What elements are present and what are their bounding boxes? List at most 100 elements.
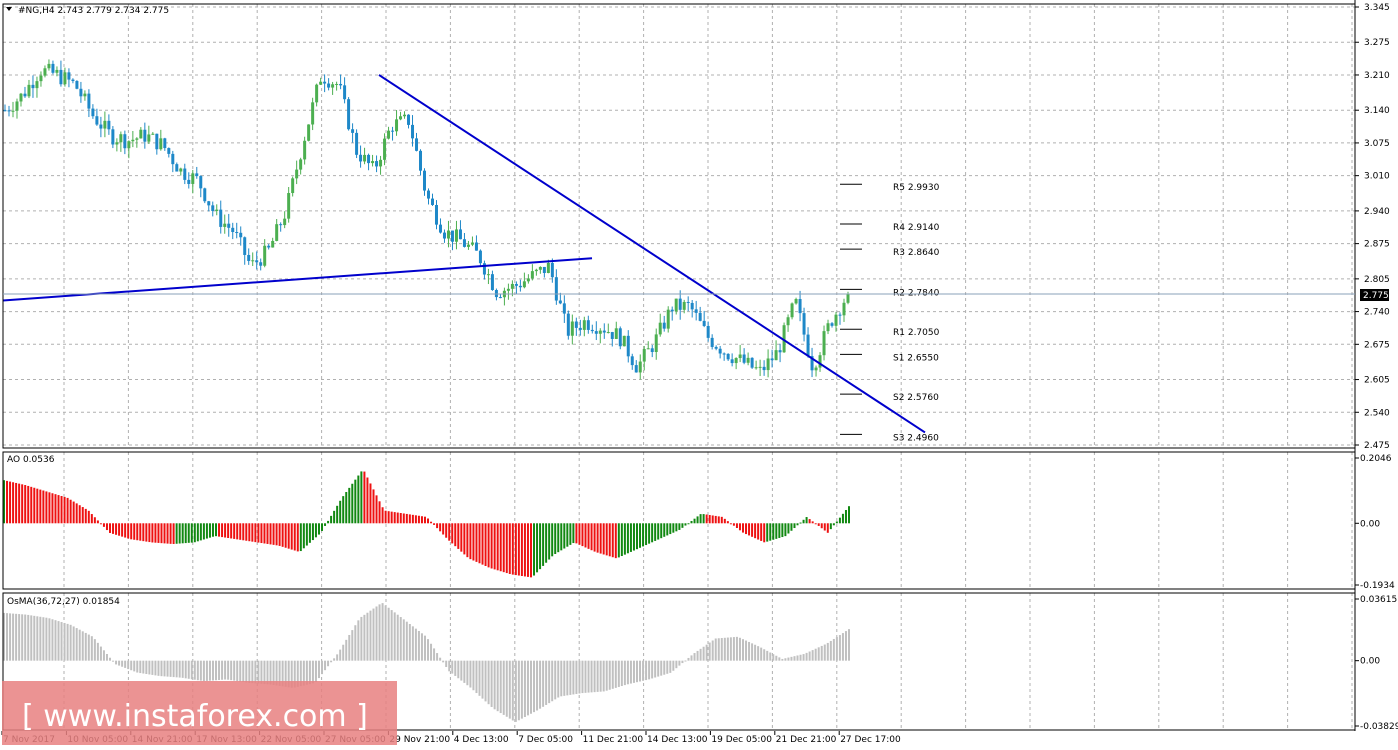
ao-bar bbox=[811, 521, 814, 524]
osma-bar bbox=[84, 632, 87, 661]
ao-bar bbox=[12, 482, 15, 524]
osma-bar bbox=[42, 617, 45, 661]
ao-bar bbox=[684, 523, 687, 526]
osma-bar bbox=[66, 623, 69, 661]
osma-bar bbox=[57, 621, 60, 661]
osma-bar bbox=[554, 660, 557, 700]
osma-bar bbox=[760, 647, 763, 661]
ao-bar bbox=[233, 523, 236, 539]
candle-body bbox=[239, 232, 243, 238]
ao-bar bbox=[723, 518, 726, 524]
osma-bar bbox=[99, 646, 102, 661]
osma-bar bbox=[472, 660, 475, 691]
time-tick-label: 14 Dec 13:00 bbox=[647, 735, 708, 745]
osma-bar bbox=[311, 660, 314, 684]
osma-bar bbox=[263, 660, 266, 685]
ao-bar bbox=[526, 523, 529, 577]
candle-body bbox=[530, 271, 534, 279]
candle-body bbox=[363, 154, 367, 162]
ao-bar bbox=[829, 523, 832, 530]
candle-body bbox=[175, 164, 179, 172]
osma-bar bbox=[593, 660, 596, 693]
ao-bar bbox=[187, 523, 190, 543]
ao-bar bbox=[835, 521, 838, 524]
ao-bar bbox=[557, 523, 560, 553]
candle-body bbox=[794, 299, 798, 304]
ao-bar bbox=[793, 523, 796, 529]
ao-bar bbox=[508, 523, 511, 574]
osma-bar bbox=[729, 637, 732, 661]
osma-bar bbox=[751, 643, 754, 661]
osma-bar bbox=[726, 637, 729, 661]
ao-bar bbox=[617, 523, 620, 558]
osma-bar bbox=[463, 660, 466, 683]
price-tick-label: 3.140 bbox=[1364, 106, 1390, 116]
ao-bar bbox=[687, 523, 690, 525]
ao-bar bbox=[136, 523, 139, 541]
osma-bar bbox=[321, 660, 324, 675]
ao-bar bbox=[51, 493, 54, 524]
candle-body bbox=[299, 159, 303, 170]
pivot-level-label: R3 2.8640 bbox=[893, 248, 940, 258]
candle-body bbox=[802, 313, 806, 335]
ao-bar bbox=[357, 475, 360, 524]
ao-bar bbox=[339, 500, 342, 524]
osma-bar bbox=[829, 640, 832, 661]
osma-bar bbox=[823, 644, 826, 661]
candle-body bbox=[51, 63, 55, 73]
ao-bar bbox=[321, 523, 324, 531]
ao-bar bbox=[102, 523, 105, 527]
osma-bar bbox=[245, 660, 248, 683]
osma-bar bbox=[324, 660, 327, 671]
ao-bar bbox=[33, 487, 36, 524]
osma-bar bbox=[396, 614, 399, 661]
candle-body bbox=[438, 224, 442, 233]
osma-bar bbox=[769, 652, 772, 661]
osma-bar bbox=[590, 660, 593, 693]
osma-bar bbox=[184, 660, 187, 679]
candle-body bbox=[786, 317, 790, 326]
candle-body bbox=[383, 138, 387, 160]
ao-bar bbox=[390, 511, 393, 524]
osma-bar bbox=[817, 647, 820, 661]
osma-bar bbox=[775, 655, 778, 661]
ao-bar bbox=[430, 521, 433, 524]
candle-body bbox=[375, 161, 379, 167]
candle-body bbox=[307, 124, 311, 141]
candle-body bbox=[430, 198, 434, 205]
candle-body bbox=[754, 367, 758, 369]
ao-bar bbox=[348, 487, 351, 524]
ao-bar bbox=[451, 523, 454, 544]
price-axis: 3.345 3.275 3.210 3.140 3.075 3.010 2.940 2.875… bbox=[3, 3, 1398, 732]
candle-body bbox=[403, 114, 407, 117]
osma-bar bbox=[414, 628, 417, 661]
osma-bar bbox=[626, 660, 629, 685]
candle-body bbox=[790, 303, 794, 318]
candle-body bbox=[31, 84, 35, 89]
ao-bar bbox=[345, 491, 348, 524]
candle-body bbox=[694, 309, 698, 313]
candle-body bbox=[506, 288, 510, 291]
ao-bar bbox=[820, 523, 823, 529]
osma-bar bbox=[793, 656, 796, 661]
ao-bar bbox=[327, 520, 330, 524]
panel-frame bbox=[2, 3, 1356, 449]
candle-body bbox=[83, 93, 87, 97]
ao-bar bbox=[351, 483, 354, 524]
osma-bar bbox=[599, 660, 602, 692]
ao-bar bbox=[139, 523, 142, 541]
osma-bar bbox=[608, 660, 611, 690]
osma-bar bbox=[687, 657, 690, 661]
ao-bar bbox=[587, 523, 590, 549]
candle-body bbox=[11, 110, 15, 112]
ao-bar bbox=[717, 516, 720, 524]
osma-bar bbox=[705, 644, 708, 661]
ao-bar bbox=[799, 522, 802, 524]
osma-bar bbox=[466, 660, 469, 686]
pivot-level-label: S1 2.6550 bbox=[893, 353, 939, 363]
osma-bar bbox=[460, 660, 463, 681]
ao-bar bbox=[287, 523, 290, 549]
ao-bar bbox=[15, 482, 18, 524]
ao-bar bbox=[330, 515, 333, 524]
ao-bar bbox=[632, 523, 635, 551]
